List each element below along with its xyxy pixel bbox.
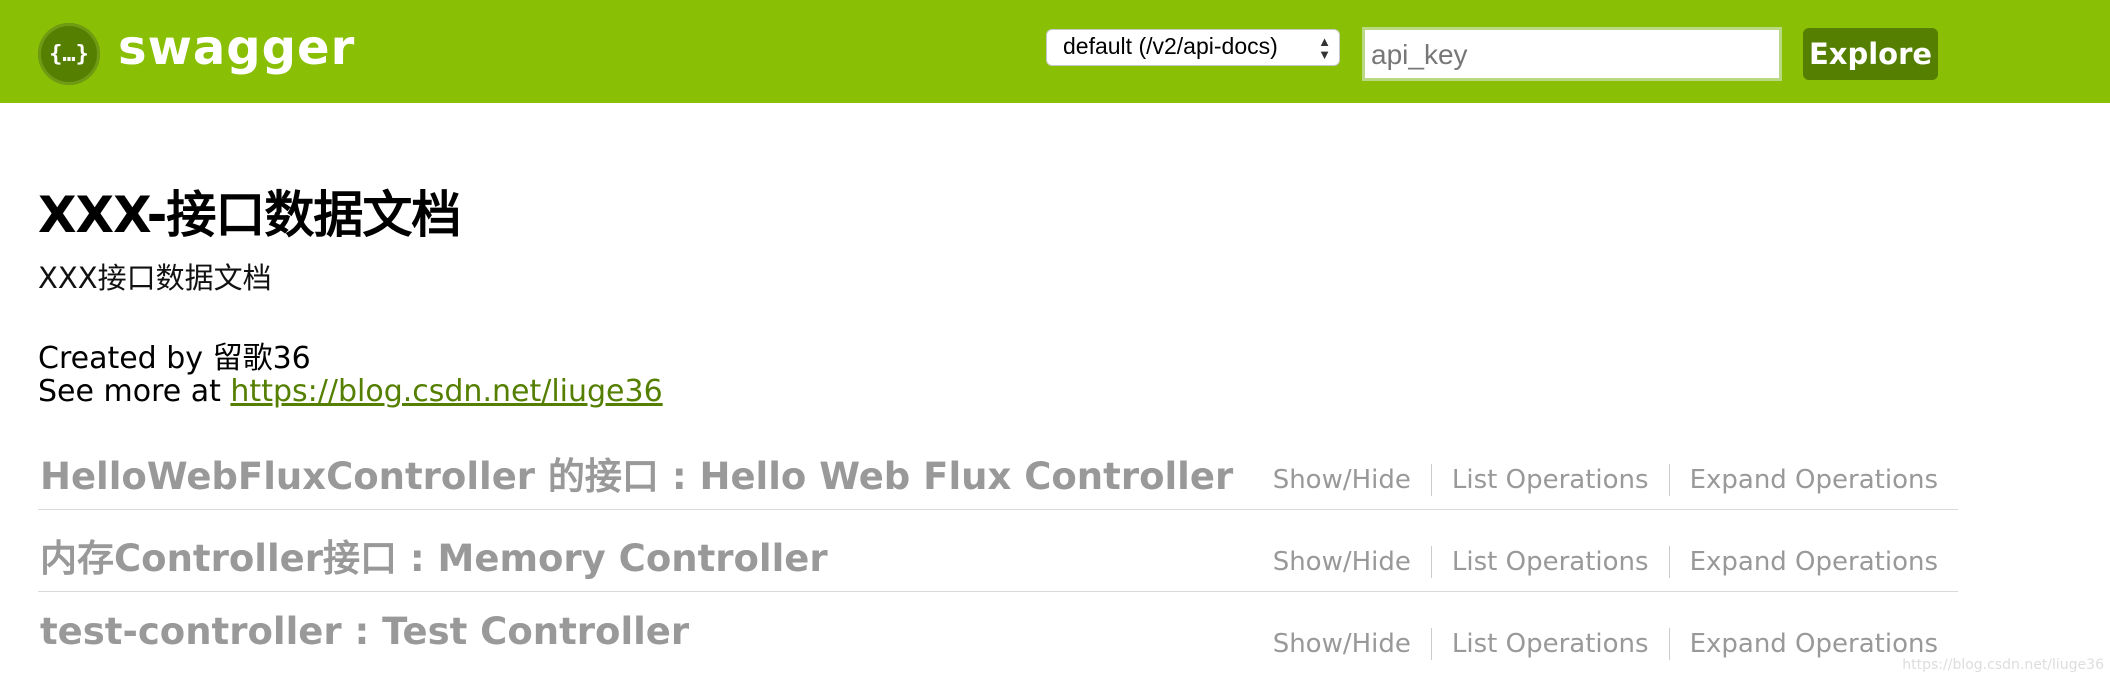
expand-operations-link[interactable]: Expand Operations bbox=[1670, 547, 1938, 577]
swagger-logo-text[interactable]: swagger bbox=[118, 20, 355, 76]
resource-divider bbox=[38, 591, 1958, 592]
show-hide-link[interactable]: Show/Hide bbox=[1253, 465, 1431, 495]
resource-test-controller: test-controller : Test Controller Show/H… bbox=[38, 610, 1958, 692]
show-hide-link[interactable]: Show/Hide bbox=[1253, 547, 1431, 577]
list-operations-link[interactable]: List Operations bbox=[1432, 629, 1669, 659]
expand-operations-link[interactable]: Expand Operations bbox=[1670, 629, 1938, 659]
see-more-prefix: See more at bbox=[38, 374, 231, 409]
created-by: Created by 留歌36 bbox=[38, 341, 311, 376]
resource-title[interactable]: HelloWebFluxController 的接口 : Hello Web F… bbox=[40, 446, 1233, 500]
page-title: XXX-接口数据文档 bbox=[38, 186, 461, 244]
explore-button[interactable]: Explore bbox=[1803, 28, 1938, 80]
page-description: XXX接口数据文档 bbox=[38, 261, 272, 295]
select-updown-icon: ▲ ▼ bbox=[1318, 34, 1331, 62]
see-more-link[interactable]: https://blog.csdn.net/liuge36 bbox=[230, 374, 662, 409]
resource-memory: 内存Controller接口 : Memory Controller Show/… bbox=[38, 528, 1958, 610]
watermark: https://blog.csdn.net/liuge36 bbox=[1902, 657, 2104, 673]
swagger-logo-icon[interactable]: {…} bbox=[38, 23, 100, 85]
list-operations-link[interactable]: List Operations bbox=[1432, 465, 1669, 495]
expand-operations-link[interactable]: Expand Operations bbox=[1670, 465, 1938, 495]
resource-hello-web-flux: HelloWebFluxController 的接口 : Hello Web F… bbox=[38, 446, 1958, 528]
resource-operations: Show/Hide List Operations Expand Operati… bbox=[1253, 628, 1938, 660]
resource-divider bbox=[38, 509, 1958, 510]
show-hide-link[interactable]: Show/Hide bbox=[1253, 629, 1431, 659]
see-more-line: See more at https://blog.csdn.net/liuge3… bbox=[38, 374, 663, 409]
api-key-input[interactable]: api_key bbox=[1362, 27, 1782, 81]
resource-title[interactable]: 内存Controller接口 : Memory Controller bbox=[40, 528, 828, 582]
list-operations-link[interactable]: List Operations bbox=[1432, 547, 1669, 577]
resource-operations: Show/Hide List Operations Expand Operati… bbox=[1253, 464, 1938, 496]
resource-operations: Show/Hide List Operations Expand Operati… bbox=[1253, 546, 1938, 578]
api-spec-select[interactable]: default (/v2/api-docs) ▲ ▼ bbox=[1046, 29, 1340, 66]
top-bar: {…} swagger default (/v2/api-docs) ▲ ▼ ap… bbox=[0, 0, 2110, 103]
api-spec-select-value: default (/v2/api-docs) bbox=[1063, 33, 1278, 59]
resource-title[interactable]: test-controller : Test Controller bbox=[40, 610, 689, 653]
